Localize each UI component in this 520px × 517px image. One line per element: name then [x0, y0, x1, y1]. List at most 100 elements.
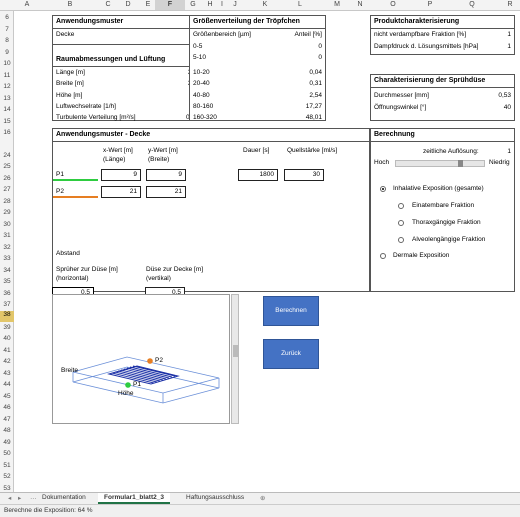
- row-number[interactable]: 40: [0, 335, 14, 342]
- col-b[interactable]: B: [65, 1, 75, 8]
- row-number[interactable]: 52: [0, 473, 14, 480]
- row-number[interactable]: 9: [0, 49, 14, 56]
- row-number[interactable]: 44: [0, 381, 14, 388]
- row-number[interactable]: 47: [0, 416, 14, 423]
- row-number[interactable]: 27: [0, 186, 14, 193]
- tab-haftung[interactable]: Haftungsausschluss: [180, 493, 250, 504]
- row-number[interactable]: 33: [0, 255, 14, 262]
- col-h[interactable]: H: [205, 1, 215, 8]
- col-q[interactable]: Q: [467, 1, 477, 8]
- tab-formular[interactable]: Formular1_blatt2_3: [98, 493, 170, 504]
- produkt-value[interactable]: 1: [507, 43, 511, 50]
- option-thorax-radio[interactable]: [398, 220, 404, 226]
- berechnung-panel: Berechnung zeitliche Auflösung: 1 Hoch N…: [370, 128, 515, 292]
- row-number[interactable]: 39: [0, 324, 14, 331]
- row-number[interactable]: 51: [0, 462, 14, 469]
- col-k[interactable]: K: [260, 1, 270, 8]
- worksheet-grid[interactable]: Anwendungsmuster Decke Raumabmessungen u…: [15, 11, 520, 492]
- row-number[interactable]: 26: [0, 175, 14, 182]
- aufloesung-slider[interactable]: [395, 160, 485, 167]
- option-alveolen-label[interactable]: Alveolengängige Fraktion: [412, 236, 485, 243]
- option-einatembar-label[interactable]: Einatembare Fraktion: [412, 202, 474, 209]
- row-number[interactable]: 50: [0, 450, 14, 457]
- option-inhalativ-radio[interactable]: [380, 186, 386, 192]
- row-number[interactable]: 11: [0, 72, 14, 79]
- produkt-value[interactable]: 1: [507, 31, 511, 38]
- option-dermal-radio[interactable]: [380, 253, 386, 259]
- scrollbar-thumb[interactable]: [233, 345, 238, 357]
- option-inhalativ-label[interactable]: Inhalative Exposition (gesamte): [393, 185, 484, 192]
- option-einatembar-radio[interactable]: [398, 203, 404, 209]
- col-j[interactable]: J: [230, 1, 240, 8]
- row-number[interactable]: 38: [0, 311, 14, 322]
- col-l[interactable]: L: [295, 1, 305, 8]
- row-number[interactable]: 16: [0, 129, 14, 136]
- row-number[interactable]: 53: [0, 485, 14, 492]
- row-number[interactable]: 10: [0, 60, 14, 67]
- option-alveolen-radio[interactable]: [398, 237, 404, 243]
- row-number[interactable]: 8: [0, 37, 14, 44]
- p1-dauer-input[interactable]: 1800: [238, 169, 278, 181]
- col-i[interactable]: I: [217, 1, 227, 8]
- row-number[interactable]: 24: [0, 152, 14, 159]
- tropfen-value[interactable]: 0: [318, 43, 322, 50]
- add-sheet-icon[interactable]: ⊕: [254, 493, 271, 504]
- row-number[interactable]: 25: [0, 163, 14, 170]
- row-number[interactable]: 35: [0, 278, 14, 285]
- col-p[interactable]: P: [425, 1, 435, 8]
- col-m[interactable]: M: [332, 1, 342, 8]
- row-number[interactable]: 48: [0, 427, 14, 434]
- divider: [190, 28, 325, 29]
- zurueck-button[interactable]: Zurück: [263, 339, 319, 369]
- p1-x-input[interactable]: 9: [101, 169, 141, 181]
- row-number[interactable]: 14: [0, 106, 14, 113]
- row-number[interactable]: 7: [0, 26, 14, 33]
- row-number[interactable]: 32: [0, 244, 14, 251]
- row-number[interactable]: 28: [0, 198, 14, 205]
- row-number[interactable]: 42: [0, 358, 14, 365]
- duese-value[interactable]: 40: [504, 104, 511, 111]
- row-number[interactable]: 13: [0, 95, 14, 102]
- row-number[interactable]: 31: [0, 232, 14, 239]
- col-r[interactable]: R: [505, 1, 515, 8]
- col-a[interactable]: A: [22, 1, 32, 8]
- row-number[interactable]: 49: [0, 439, 14, 446]
- col-o[interactable]: O: [388, 1, 398, 8]
- col-e[interactable]: E: [143, 1, 153, 8]
- diagram-scrollbar[interactable]: [231, 294, 239, 424]
- row-number[interactable]: 12: [0, 83, 14, 90]
- p1-y-input[interactable]: 9: [146, 169, 186, 181]
- p2-x-input[interactable]: 21: [101, 186, 141, 198]
- col-n[interactable]: N: [355, 1, 365, 8]
- col-d[interactable]: D: [123, 1, 133, 8]
- row-number[interactable]: 41: [0, 347, 14, 354]
- row-number[interactable]: 29: [0, 209, 14, 216]
- anwendungsmuster-value[interactable]: Decke: [56, 31, 74, 38]
- row-number[interactable]: 46: [0, 404, 14, 411]
- row-number[interactable]: 36: [0, 290, 14, 297]
- option-thorax-label[interactable]: Thoraxgängige Fraktion: [412, 219, 481, 226]
- tropfen-value[interactable]: 2,54: [309, 92, 322, 99]
- row-number[interactable]: 37: [0, 301, 14, 308]
- slider-thumb[interactable]: [458, 160, 463, 167]
- tropfen-value[interactable]: 48,01: [306, 114, 322, 121]
- berechnen-button[interactable]: Berechnen: [263, 296, 319, 326]
- col-c[interactable]: C: [103, 1, 113, 8]
- row-number[interactable]: 30: [0, 221, 14, 228]
- p1-quell-input[interactable]: 30: [284, 169, 324, 181]
- row-number[interactable]: 34: [0, 267, 14, 274]
- tab-dokumentation[interactable]: Dokumentation: [36, 493, 92, 504]
- tropfen-value[interactable]: 0: [318, 54, 322, 61]
- row-number[interactable]: 45: [0, 393, 14, 400]
- col-f[interactable]: F: [155, 0, 185, 10]
- duese-value[interactable]: 0,53: [498, 92, 511, 99]
- tropfen-value[interactable]: 17,27: [306, 103, 322, 110]
- option-dermal-label[interactable]: Dermale Exposition: [393, 252, 449, 259]
- p2-y-input[interactable]: 21: [146, 186, 186, 198]
- row-number[interactable]: 43: [0, 370, 14, 377]
- tropfen-value[interactable]: 0,31: [309, 80, 322, 87]
- row-number[interactable]: 6: [0, 14, 14, 21]
- row-number[interactable]: 15: [0, 118, 14, 125]
- col-g[interactable]: G: [188, 1, 198, 8]
- tropfen-value[interactable]: 0,04: [309, 69, 322, 76]
